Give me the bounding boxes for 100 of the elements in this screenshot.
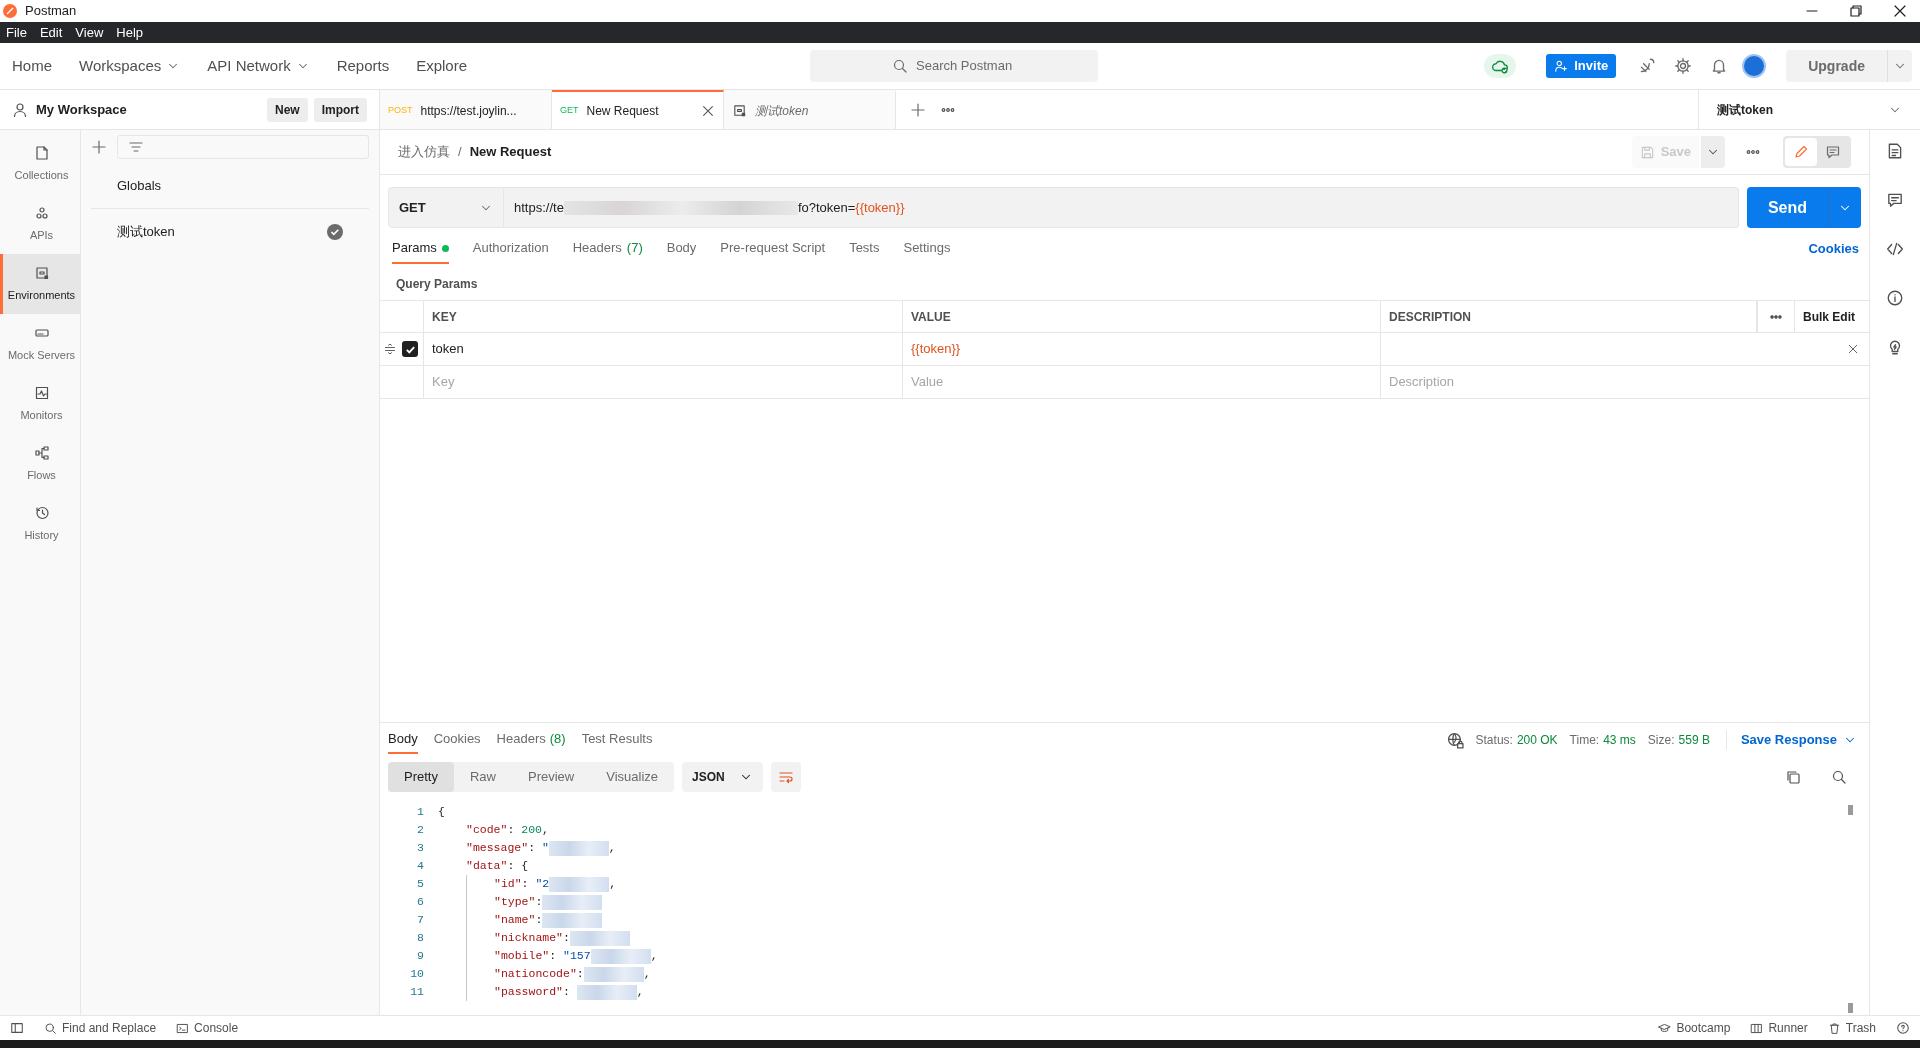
- status-bar-button[interactable]: Bootcamp: [1658, 1019, 1731, 1037]
- line-number: 5: [416, 876, 424, 892]
- close-icon[interactable]: [1892, 3, 1908, 19]
- menu-item[interactable]: Help: [116, 22, 144, 43]
- status-bar-button[interactable]: Console: [176, 1019, 239, 1037]
- breadcrumb-separator: /: [458, 143, 462, 162]
- environment-item[interactable]: 测试token: [91, 209, 369, 254]
- request-tab[interactable]: Settings: [903, 234, 951, 264]
- add-user-icon: [1554, 59, 1569, 73]
- sidebar-toggle-icon[interactable]: [10, 1021, 24, 1035]
- code-icon[interactable]: [1886, 240, 1904, 258]
- response-tab[interactable]: Cookies: [433, 726, 481, 754]
- request-tab[interactable]: Headers (7): [572, 234, 643, 264]
- code-line: "name":: [494, 911, 603, 929]
- search-icon[interactable]: [1831, 769, 1847, 785]
- rail-icon: [33, 504, 50, 521]
- workspace-name: My Workspace: [36, 100, 128, 119]
- status-bar-button[interactable]: Runner: [1750, 1019, 1808, 1037]
- filter-field[interactable]: [117, 135, 369, 159]
- close-tab-icon[interactable]: [701, 103, 715, 118]
- documentation-icon[interactable]: [1886, 142, 1904, 160]
- response-tab[interactable]: Test Results: [581, 726, 653, 754]
- restore-icon[interactable]: [1848, 3, 1864, 19]
- view-mode-tab[interactable]: Pretty: [388, 762, 454, 792]
- request-tab[interactable]: Authorization: [472, 234, 549, 264]
- rail-item[interactable]: Collections: [0, 134, 80, 194]
- request-tab[interactable]: 测试token: [724, 90, 896, 129]
- param-key-cell[interactable]: token: [424, 333, 903, 365]
- request-tab[interactable]: Pre-request Script: [720, 234, 826, 264]
- workspace-action-button[interactable]: Import: [313, 97, 367, 122]
- drag-handle-icon[interactable]: [384, 343, 396, 355]
- param-key-field[interactable]: Key: [432, 372, 894, 392]
- stat-label: Status:: [1475, 732, 1513, 749]
- rail-icon: [33, 444, 50, 461]
- response-tab[interactable]: Body: [388, 726, 418, 754]
- bulk-edit-link[interactable]: Bulk Edit: [1803, 307, 1855, 326]
- request-tab[interactable]: Tests: [849, 234, 880, 264]
- stat-value: 43 ms: [1603, 732, 1636, 749]
- status-bar-icon: [44, 1021, 57, 1035]
- stat-value: 200 OK: [1516, 732, 1558, 749]
- settings-icon[interactable]: [1674, 57, 1693, 75]
- filter-icon: [128, 139, 144, 155]
- nav-link[interactable]: Home: [12, 54, 52, 78]
- view-mode-tab[interactable]: Visualize: [590, 762, 675, 792]
- request-tab[interactable]: Body: [666, 234, 697, 264]
- rail-item[interactable]: Mock Servers: [0, 314, 80, 374]
- rail-item[interactable]: Monitors: [0, 374, 80, 434]
- menu-item[interactable]: Edit: [39, 22, 63, 43]
- environment-selector[interactable]: 测试token: [1698, 90, 1920, 129]
- url-field[interactable]: https://te fo?token={{token}}: [504, 187, 1739, 228]
- rail-item[interactable]: Environments: [0, 254, 80, 314]
- menu-item[interactable]: File: [6, 22, 27, 43]
- active-check-icon[interactable]: [327, 223, 343, 240]
- checkbox[interactable]: [402, 341, 418, 357]
- rail-item[interactable]: Flows: [0, 434, 80, 494]
- rail-item[interactable]: APIs: [0, 194, 80, 254]
- param-description-field[interactable]: Description: [1389, 372, 1861, 392]
- status-bar-button[interactable]: Trash: [1827, 1019, 1876, 1037]
- breadcrumb-link[interactable]: 进入仿真: [398, 142, 450, 162]
- app-logo-icon: [3, 4, 17, 18]
- line-number: 7: [416, 912, 424, 928]
- view-mode-tab[interactable]: Raw: [453, 762, 512, 792]
- nav-link[interactable]: Explore: [416, 54, 468, 78]
- rail-icon: [33, 264, 50, 281]
- delete-row-icon[interactable]: [1847, 343, 1859, 355]
- satellite-icon[interactable]: [1638, 57, 1657, 75]
- code-line: "password": ,: [494, 983, 644, 1001]
- format-select[interactable]: JSON: [682, 762, 763, 792]
- line-number: 9: [416, 948, 424, 964]
- cookies-link[interactable]: Cookies: [1808, 239, 1859, 259]
- line-number: 1: [416, 804, 424, 820]
- status-bar-button[interactable]: Find and Replace: [44, 1019, 157, 1037]
- code-line: "type":: [494, 893, 603, 911]
- nav-link[interactable]: Reports: [336, 54, 390, 78]
- view-mode-tab[interactable]: Preview: [512, 762, 591, 792]
- info-icon[interactable]: [1886, 289, 1904, 307]
- rail-item[interactable]: History: [0, 494, 80, 554]
- param-value-field[interactable]: Value: [911, 372, 1372, 392]
- nav-link[interactable]: API Network: [207, 54, 310, 78]
- workspace-action-button[interactable]: New: [266, 97, 308, 122]
- param-value-cell[interactable]: {{token}}: [903, 333, 1381, 365]
- request-tab[interactable]: Params: [392, 234, 449, 264]
- request-tab[interactable]: GET New Request: [552, 90, 724, 129]
- nav-link[interactable]: Workspaces: [79, 54, 181, 78]
- avatar[interactable]: [1742, 54, 1767, 78]
- code-line: "nickname":: [494, 929, 630, 947]
- copy-icon[interactable]: [1785, 769, 1801, 785]
- comments-icon[interactable]: [1886, 191, 1904, 209]
- menu-item[interactable]: View: [75, 22, 104, 43]
- globe-lock-icon[interactable]: [1446, 731, 1464, 749]
- invite-button[interactable]: Invite: [1546, 54, 1617, 78]
- help-icon[interactable]: [1896, 1021, 1910, 1035]
- status-bar-icon: [1827, 1021, 1841, 1035]
- environment-item[interactable]: Globals: [91, 164, 369, 209]
- response-tab[interactable]: Headers (8): [496, 726, 566, 754]
- request-tab[interactable]: POST https://test.joylin...: [380, 90, 552, 129]
- column-header: DESCRIPTION: [1381, 301, 1757, 332]
- save-response-button[interactable]: Save Response: [1725, 730, 1857, 750]
- line-number: 10: [409, 966, 424, 982]
- method-select[interactable]: GET: [388, 187, 504, 228]
